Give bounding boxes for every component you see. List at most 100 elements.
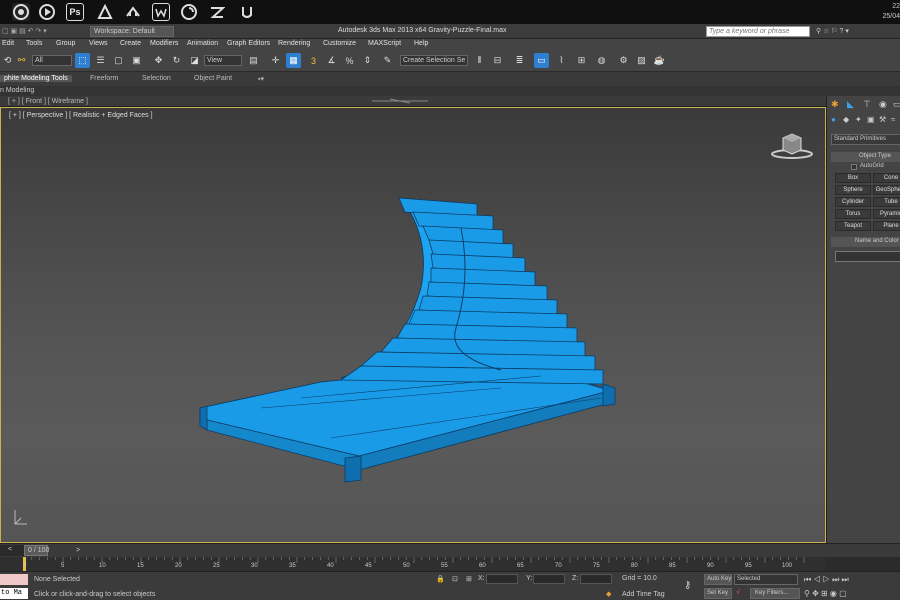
- media-player-icon[interactable]: [38, 3, 56, 21]
- hierarchy-tab-icon[interactable]: ⊤: [863, 99, 871, 110]
- teapot-button[interactable]: Teapot: [835, 221, 871, 231]
- front-viewport-label[interactable]: [ + ] [ Front ] [ Wireframe ]: [8, 98, 88, 105]
- tube-button[interactable]: Tube: [873, 197, 900, 207]
- cinema4d-icon[interactable]: [180, 3, 198, 21]
- primitive-type-dropdown[interactable]: Standard Primitives: [831, 134, 900, 145]
- tab-freeform[interactable]: Freeform: [90, 75, 118, 82]
- z-coord-input[interactable]: [580, 574, 612, 584]
- search-input[interactable]: Type a keyword or phrase: [706, 26, 810, 37]
- quick-access-icons[interactable]: ▢ ▣ ▤ ↶ ↷ ▾: [2, 27, 47, 35]
- menu-help[interactable]: Help: [414, 40, 428, 47]
- isolate-icon[interactable]: ⊡: [452, 575, 458, 583]
- ribbon-sub-label[interactable]: n Modeling: [0, 87, 34, 94]
- motion-tab-icon[interactable]: ◉: [879, 99, 887, 110]
- perspective-viewport[interactable]: [ + ] [ Perspective ] [ Realistic + Edge…: [0, 107, 826, 543]
- render-teapot-icon[interactable]: ☕: [652, 53, 667, 68]
- rect-selection-icon[interactable]: ▢: [111, 53, 126, 68]
- geometry-icon[interactable]: ●: [831, 115, 836, 124]
- word-icon[interactable]: [152, 3, 170, 21]
- shapes-icon[interactable]: ◆: [843, 115, 849, 124]
- create-category-icons[interactable]: ● ◆ ✦ ▣ ⚒ ≈: [831, 114, 900, 126]
- menu-views[interactable]: Views: [89, 40, 108, 47]
- time-tag-icon[interactable]: ◆: [606, 590, 611, 598]
- tab-selection[interactable]: Selection: [142, 75, 171, 82]
- ref-coord-dropdown[interactable]: View: [204, 55, 242, 66]
- photoshop-icon[interactable]: Ps: [66, 3, 84, 21]
- menu-rendering[interactable]: Rendering: [278, 40, 310, 47]
- object-type-rollout[interactable]: Object Type: [831, 152, 900, 162]
- menu-maxscript[interactable]: MAXScript: [368, 40, 401, 47]
- y-coord-input[interactable]: [533, 574, 565, 584]
- key-icon[interactable]: ⚷: [684, 580, 691, 591]
- rotate-icon[interactable]: ↻: [169, 53, 184, 68]
- scale-icon[interactable]: ◪: [187, 53, 202, 68]
- pivot-center-icon[interactable]: ▤: [246, 53, 261, 68]
- graphite-toggle-icon[interactable]: ▭: [534, 53, 549, 68]
- select-manipulate-icon[interactable]: ✛: [268, 53, 283, 68]
- object-name-input[interactable]: [835, 251, 900, 262]
- 3dsmax-icon[interactable]: [96, 3, 114, 21]
- spacewarps-icon[interactable]: ≈: [891, 115, 895, 124]
- zbrush-icon[interactable]: [208, 3, 226, 21]
- menu-animation[interactable]: Animation: [187, 40, 218, 47]
- name-color-rollout[interactable]: Name and Color: [831, 237, 900, 247]
- select-by-name-icon[interactable]: ☰: [93, 53, 108, 68]
- modify-tab-icon[interactable]: ◣: [847, 99, 854, 110]
- sphere-button[interactable]: Sphere: [835, 185, 871, 195]
- sketchup-icon[interactable]: [124, 3, 142, 21]
- key-filters-button[interactable]: Key Filters...: [750, 588, 800, 599]
- autogrid-checkbox[interactable]: [851, 164, 857, 170]
- time-slider-prev[interactable]: <: [0, 545, 24, 556]
- schematic-view-icon[interactable]: ⊞: [574, 53, 589, 68]
- cylinder-button[interactable]: Cylinder: [835, 197, 871, 207]
- pyramid-button[interactable]: Pyramid: [873, 209, 900, 219]
- move-icon[interactable]: ✥: [151, 53, 166, 68]
- named-selection-dropdown[interactable]: Create Selection Se: [400, 55, 468, 66]
- maxscript-mini-input[interactable]: to Ma: [0, 588, 28, 599]
- menu-modifiers[interactable]: Modifiers: [150, 40, 178, 47]
- nav-controls[interactable]: ⚲ ✥ ⊞ ◉ ▢: [804, 589, 847, 598]
- command-panel-tabs[interactable]: ✱ ◣ ⊤ ◉ ▭: [829, 98, 900, 110]
- menu-create[interactable]: Create: [120, 40, 141, 47]
- cone-button[interactable]: Cone: [873, 173, 900, 183]
- mirror-icon[interactable]: ⫴: [472, 53, 487, 68]
- torus-button[interactable]: Torus: [835, 209, 871, 219]
- undo-icon[interactable]: ⟲: [0, 53, 15, 68]
- key-mode-dropdown[interactable]: Selected: [734, 574, 798, 585]
- cameras-icon[interactable]: ▣: [867, 115, 875, 124]
- select-link-icon[interactable]: ⚯: [14, 53, 29, 68]
- angle-snap-icon[interactable]: ∡: [324, 53, 339, 68]
- menu-tools[interactable]: Tools: [26, 40, 42, 47]
- auto-key-button[interactable]: Auto Key: [704, 574, 732, 585]
- selection-filter-dropdown[interactable]: All: [32, 55, 72, 66]
- helpers-icon[interactable]: ⚒: [879, 115, 886, 124]
- workspace-dropdown[interactable]: Workspace: Default: [90, 26, 174, 37]
- time-slider[interactable]: < 0 / 100 >: [0, 543, 900, 557]
- ribbon-options-icon[interactable]: ▪▾: [258, 75, 264, 83]
- curve-editor-icon[interactable]: ⌇: [554, 53, 569, 68]
- menu-customize[interactable]: Customize: [323, 40, 356, 47]
- track-bar[interactable]: 0 5 10 15 20 25 30 35 40 45 50 55 60 65 …: [0, 557, 826, 571]
- unreal-icon[interactable]: [238, 3, 256, 21]
- menu-group[interactable]: Group: [56, 40, 75, 47]
- display-tab-icon[interactable]: ▭: [893, 99, 900, 110]
- menu-edit[interactable]: Edit: [2, 40, 14, 47]
- layer-manager-icon[interactable]: ≣: [512, 53, 527, 68]
- add-time-tag[interactable]: Add Time Tag: [622, 591, 665, 598]
- chrome-icon[interactable]: [12, 3, 30, 21]
- material-editor-icon[interactable]: ◍: [594, 53, 609, 68]
- create-tab-icon[interactable]: ✱: [831, 99, 839, 110]
- abs-mode-icon[interactable]: ⊞: [466, 575, 472, 583]
- spinner-snap-icon[interactable]: ⇕: [360, 53, 375, 68]
- time-slider-next[interactable]: >: [76, 547, 80, 554]
- tab-graphite-modeling[interactable]: phite Modeling Tools: [0, 75, 72, 82]
- menu-graph-editors[interactable]: Graph Editors: [227, 40, 270, 47]
- lights-icon[interactable]: ✦: [855, 115, 862, 124]
- lock-selection-icon[interactable]: 🔒: [436, 575, 445, 583]
- infocenter-icons[interactable]: ⚲ ☆ ⚐ ? ▾: [816, 27, 849, 35]
- front-viewport[interactable]: [ + ] [ Front ] [ Wireframe ]: [0, 96, 826, 107]
- edit-named-sel-icon[interactable]: ✎: [380, 53, 395, 68]
- window-crossing-icon[interactable]: ▣: [129, 53, 144, 68]
- render-setup-icon[interactable]: ⚙: [616, 53, 631, 68]
- tab-object-paint[interactable]: Object Paint: [194, 75, 232, 82]
